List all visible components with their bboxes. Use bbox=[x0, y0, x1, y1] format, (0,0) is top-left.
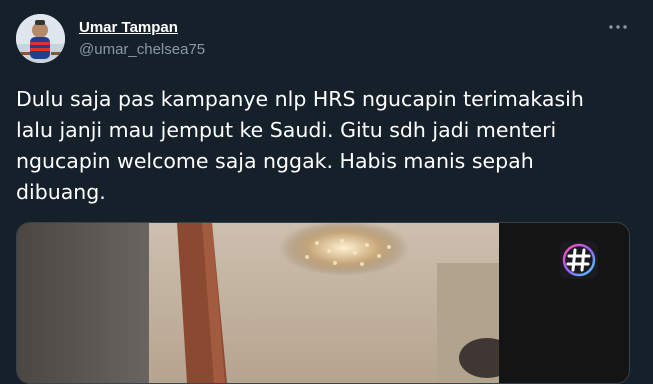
hashtag-logo-icon bbox=[560, 241, 598, 279]
more-options-icon[interactable] bbox=[604, 18, 632, 36]
hashtag-glyph bbox=[562, 243, 596, 277]
author-display-name[interactable]: Umar Tampan bbox=[79, 19, 178, 36]
video-thumbnail bbox=[17, 223, 629, 383]
tweet-text: Dulu saja pas kampanye nlp HRS ngucapin … bbox=[16, 87, 584, 204]
tweet: Umar Tampan @umar_chelsea75 Dulu saja pa… bbox=[0, 0, 653, 384]
profile-photo-icon bbox=[16, 14, 65, 63]
avatar[interactable] bbox=[16, 14, 65, 63]
author-handle[interactable]: @umar_chelsea75 bbox=[79, 41, 205, 58]
tweet-media-video[interactable] bbox=[16, 222, 630, 384]
ellipsis-icon bbox=[609, 25, 627, 29]
